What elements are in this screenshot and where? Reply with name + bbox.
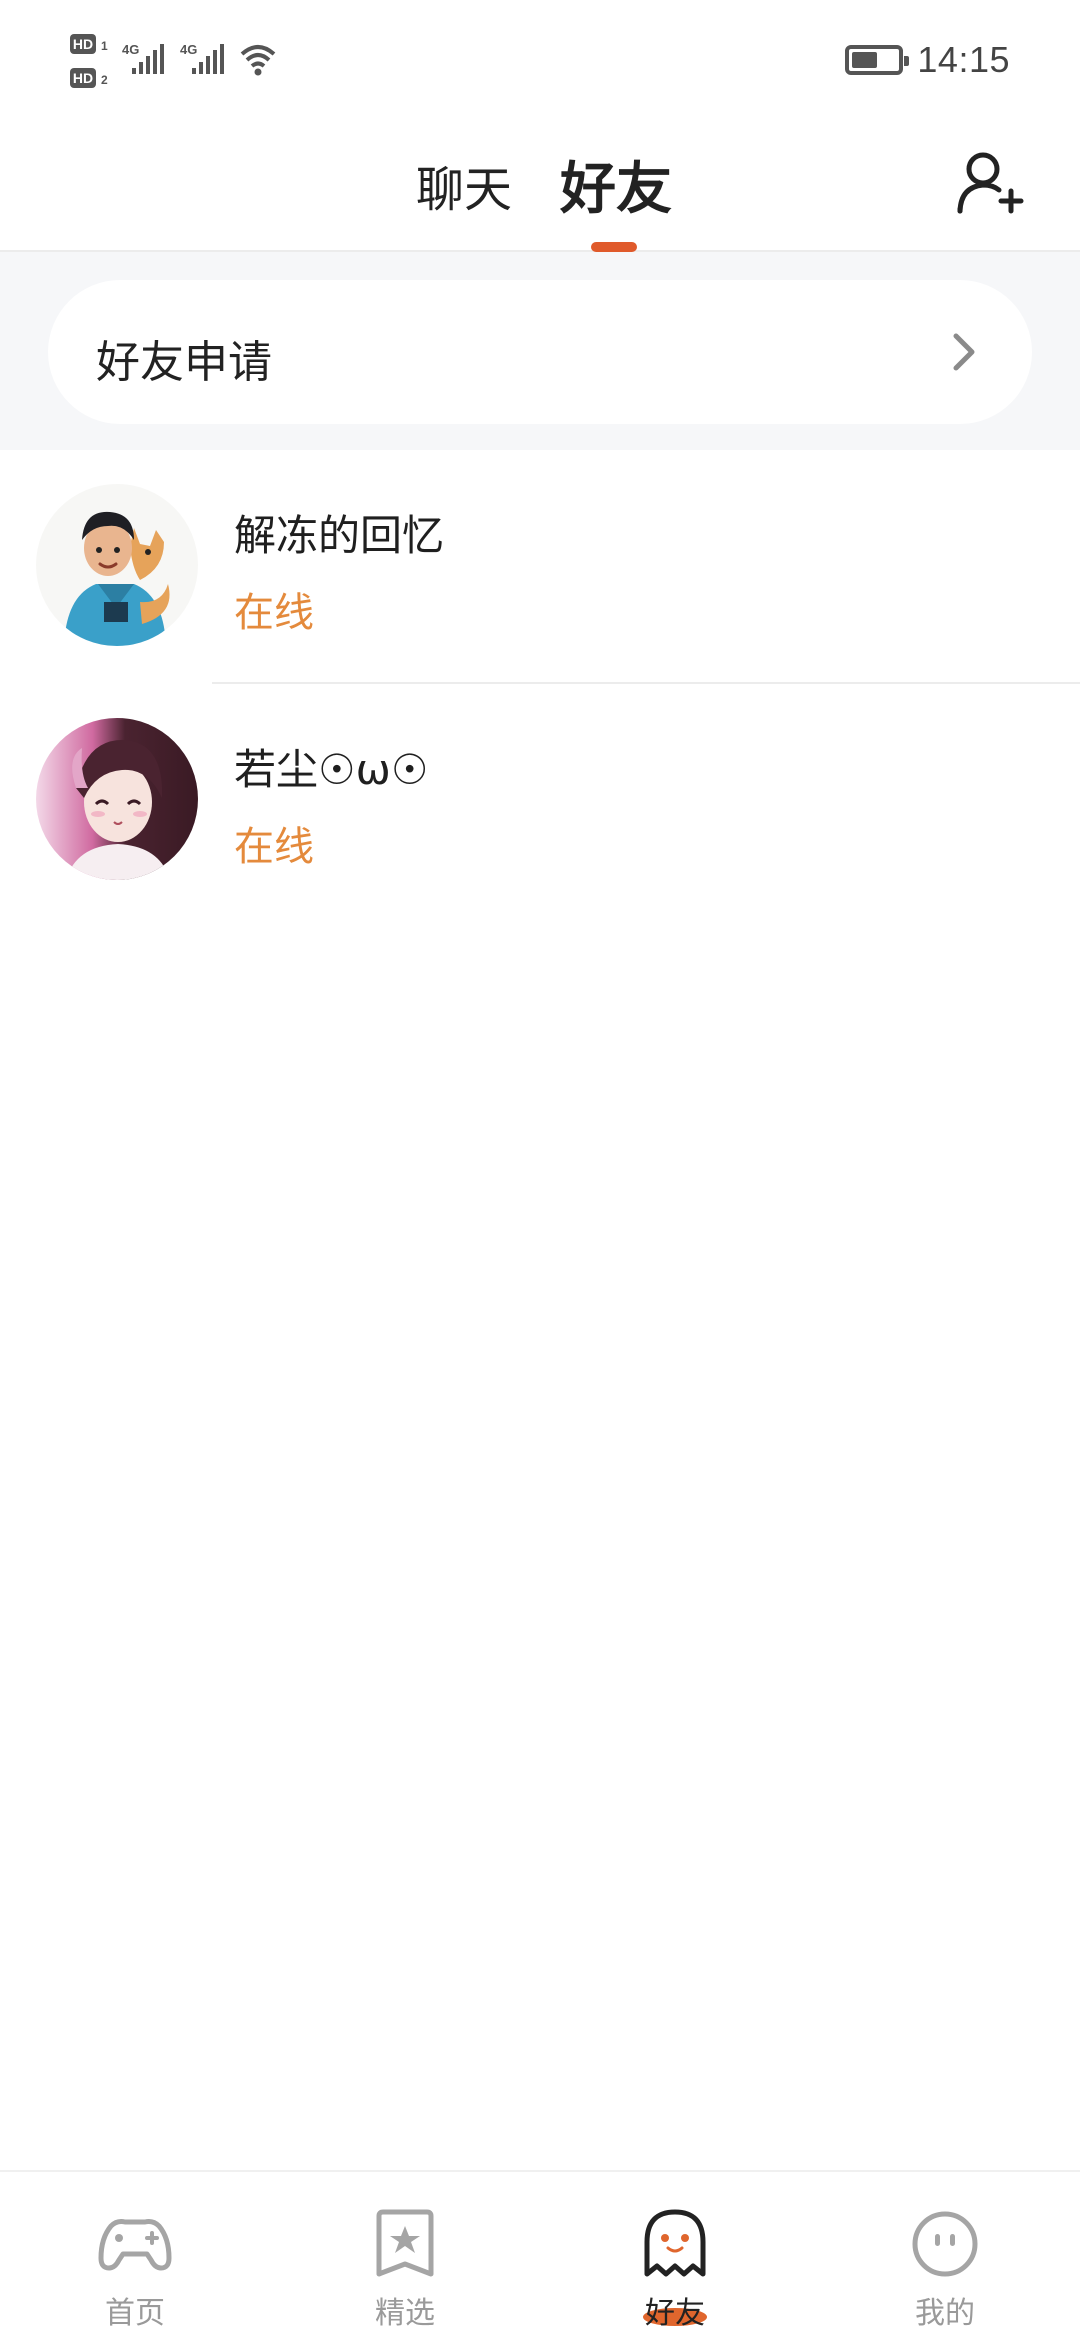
svg-text:HD: HD bbox=[73, 36, 93, 52]
tab-chat[interactable]: 聊天 bbox=[416, 150, 512, 220]
face-icon bbox=[912, 2211, 978, 2277]
nav-item-featured[interactable]: 精选 bbox=[270, 2172, 540, 2342]
nav-item-friends[interactable]: 好友 bbox=[540, 2172, 810, 2342]
star-bookmark-icon bbox=[376, 2209, 434, 2277]
battery-level bbox=[852, 52, 878, 68]
clock: 14:15 bbox=[917, 39, 1010, 80]
nav-label-me: 我的 bbox=[915, 2296, 975, 2331]
chevron-right-icon bbox=[953, 333, 975, 371]
friend-list-item[interactable]: 解冻的回忆 在线 bbox=[0, 450, 1080, 684]
svg-text:2: 2 bbox=[101, 73, 108, 87]
tab-friends[interactable]: 好友 bbox=[560, 144, 672, 225]
friend-name: 解冻的回忆 bbox=[234, 511, 445, 560]
svg-text:4G: 4G bbox=[122, 42, 139, 57]
bottom-navigation-bar: 首页 精选 好友 我的 bbox=[0, 2170, 1080, 2340]
battery-and-clock: 14:15 bbox=[845, 35, 1010, 85]
friend-list-item[interactable]: 若尘☉ω☉ 在线 bbox=[0, 684, 1080, 918]
nav-label-featured: 精选 bbox=[375, 2296, 435, 2331]
nav-label-friends: 好友 bbox=[645, 2296, 705, 2331]
avatar[interactable] bbox=[36, 718, 198, 880]
nav-item-home[interactable]: 首页 bbox=[0, 2172, 270, 2342]
add-user-icon bbox=[957, 152, 1024, 214]
active-tab-indicator bbox=[591, 242, 637, 252]
add-friend-button[interactable] bbox=[950, 144, 1030, 224]
svg-text:4G: 4G bbox=[180, 42, 197, 57]
nav-label-home: 首页 bbox=[105, 2296, 165, 2331]
status-bar: HD 1 HD 2 4G 4G 14:15 bbox=[0, 0, 1080, 120]
cellular-signal-icon: HD 1 HD 2 4G 4G bbox=[70, 34, 276, 88]
avatar[interactable] bbox=[36, 484, 198, 646]
ghost-icon bbox=[644, 2209, 706, 2277]
avatar-anime-girl bbox=[36, 718, 198, 880]
friend-request-label: 好友申请 bbox=[96, 337, 272, 388]
svg-text:1: 1 bbox=[101, 39, 108, 53]
avatar-boy-with-fox bbox=[36, 484, 198, 646]
nav-item-me[interactable]: 我的 bbox=[810, 2172, 1080, 2342]
friend-request-section: 好友申请 bbox=[0, 252, 1080, 450]
friend-status: 在线 bbox=[234, 590, 314, 636]
gamepad-icon bbox=[98, 2219, 172, 2271]
friend-status: 在线 bbox=[234, 824, 314, 870]
signal-indicators: HD 1 HD 2 4G 4G bbox=[70, 30, 290, 94]
top-tab-bar: 聊天 好友 bbox=[0, 120, 1080, 252]
svg-text:HD: HD bbox=[73, 70, 93, 86]
battery-icon bbox=[845, 45, 910, 75]
friend-request-button[interactable]: 好友申请 bbox=[48, 280, 1032, 424]
friend-name: 若尘☉ω☉ bbox=[234, 745, 429, 794]
